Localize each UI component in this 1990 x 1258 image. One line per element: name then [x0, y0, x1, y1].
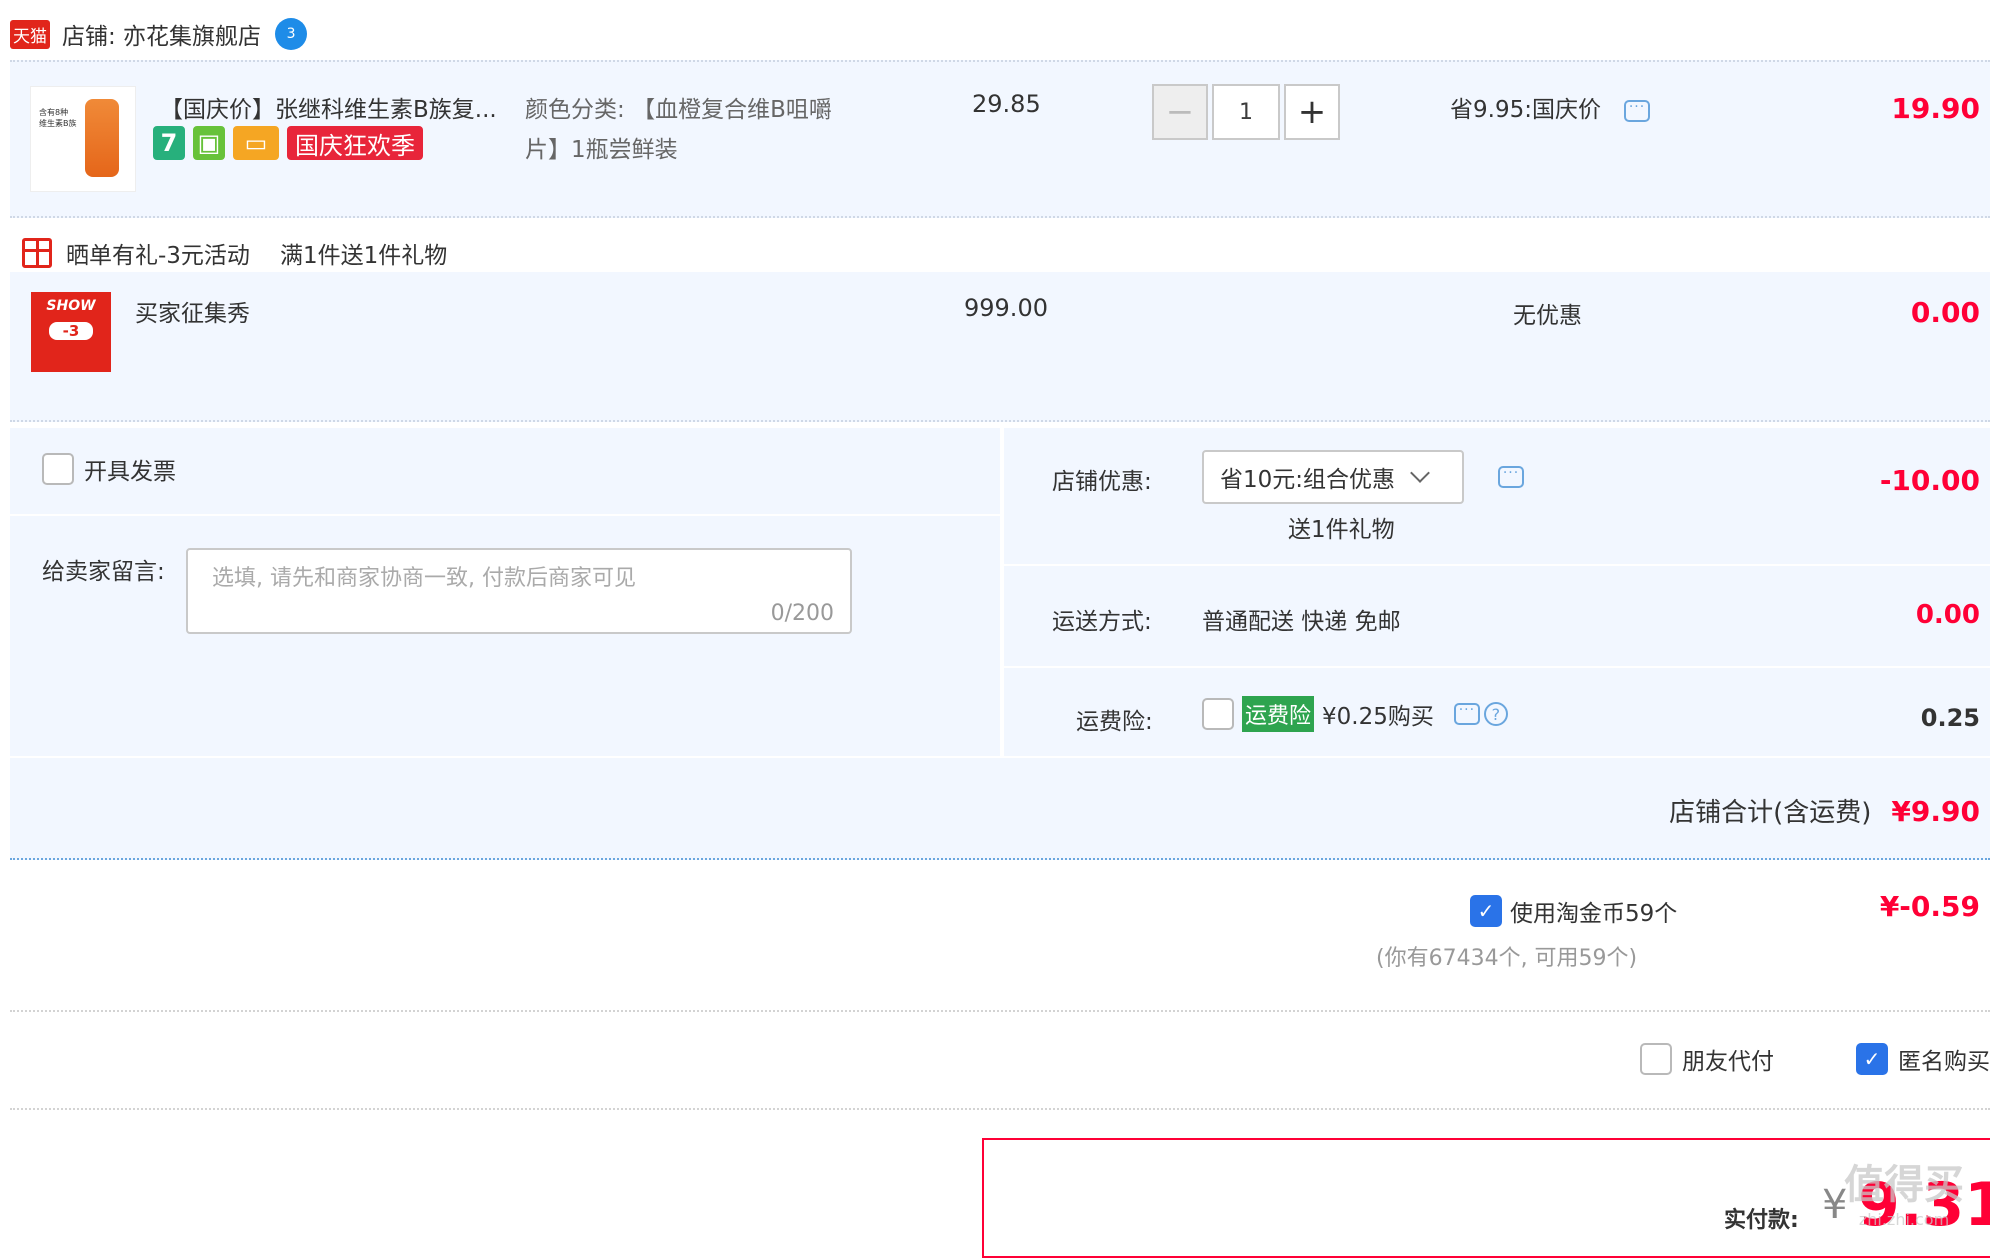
insurance-label: 运费险:: [1076, 709, 1153, 735]
shipping-row: 运送方式: 普通配送 快递 免邮 0.00: [1004, 566, 1990, 668]
help-icon[interactable]: ?: [1483, 702, 1508, 726]
insurance-checkbox[interactable]: [1202, 698, 1234, 730]
chat-count: 3: [286, 26, 296, 42]
service-icon: ▣: [193, 126, 225, 160]
message-row: 给卖家留言: 选填, 请先和商家协商一致, 付款后商家可见 0/200: [10, 516, 1000, 756]
coins-checkbox[interactable]: ✓: [1470, 895, 1502, 927]
invoice-label: 开具发票: [84, 459, 176, 485]
increase-button[interactable]: +: [1284, 84, 1340, 140]
discount-info-icon[interactable]: ···: [1624, 100, 1650, 122]
insurance-value: ¥0.25购买: [1322, 704, 1434, 730]
friend-pay-label: 朋友代付: [1682, 1049, 1774, 1075]
7day-return-icon: 7: [153, 126, 185, 160]
quantity-input[interactable]: 1: [1212, 84, 1280, 140]
product-badges: 7 ▣ ▭ 国庆狂欢季: [153, 126, 423, 160]
shop-total-label: 店铺合计(含运费): [1669, 798, 1872, 828]
holiday-tag: 国庆狂欢季: [287, 126, 423, 160]
gift-icon: [22, 238, 52, 268]
shop-total-row: 店铺合计(含运费) ¥9.90: [10, 758, 1990, 860]
shipping-value: 普通配送 快递 免邮: [1202, 609, 1401, 635]
anonymous-checkbox[interactable]: ✓: [1856, 1043, 1888, 1075]
shop-discount-value: 省10元:组合优惠: [1220, 467, 1396, 493]
shipping-label: 运送方式:: [1052, 609, 1152, 635]
shop-discount-row: 店铺优惠: 省10元:组合优惠 送1件礼物 ··· -10.00: [1004, 428, 1990, 566]
gift-item-row: SHOW -3 买家征集秀 999.00 无优惠 0.00: [10, 272, 1990, 422]
item-discount: 省9.95:国庆价: [1450, 97, 1601, 123]
shop-total: 店铺合计(含运费) ¥9.90: [1669, 792, 1980, 829]
message-label: 给卖家留言:: [42, 559, 165, 585]
thumb-text: 含有8种 维生素B族: [39, 108, 77, 128]
product-title[interactable]: 【国庆价】张继科维生素B族复...: [160, 90, 497, 124]
gift-activity-rule: 满1件送1件礼物: [279, 243, 448, 269]
quantity-stepper: − 1 +: [1152, 84, 1340, 140]
shop-discount-gift: 送1件礼物: [1288, 517, 1395, 543]
product-thumbnail[interactable]: 含有8种 维生素B族: [30, 86, 136, 192]
message-placeholder: 选填, 请先和商家协商一致, 付款后商家可见: [212, 566, 636, 591]
message-textarea[interactable]: 选填, 请先和商家协商一致, 付款后商家可见 0/200: [186, 548, 852, 634]
tmall-badge-icon: 天猫: [10, 19, 50, 49]
invoice-checkbox[interactable]: [42, 453, 74, 485]
shop-discount-label: 店铺优惠:: [1052, 469, 1152, 495]
invoice-row: 开具发票: [10, 428, 1000, 516]
shop-discount-amount: -10.00: [1879, 464, 1980, 497]
chat-icon[interactable]: 3: [275, 18, 308, 50]
coins-label: 使用淘金币59个: [1510, 901, 1678, 927]
decrease-button[interactable]: −: [1152, 84, 1208, 140]
shipping-amount: 0.00: [1915, 600, 1980, 630]
shop-discount-select[interactable]: 省10元:组合优惠: [1202, 450, 1464, 504]
gift-title[interactable]: 买家征集秀: [135, 294, 250, 328]
sku-info: 颜色分类: 【血橙复合维B咀嚼 片】1瓶尝鲜装: [525, 97, 832, 163]
extras-row: 朋友代付 ✓ 匿名购买: [10, 1012, 1990, 1110]
coins-note: (你有67434个, 可用59个): [1376, 946, 1638, 971]
insurance-amount: 0.25: [1920, 704, 1980, 732]
coins-row: ✓ 使用淘金币59个 (你有67434个, 可用59个) ¥-0.59: [10, 862, 1990, 1012]
coins-amount: ¥-0.59: [1879, 890, 1980, 923]
shop-name[interactable]: 店铺: 亦花集旗舰店: [62, 17, 261, 51]
chevron-down-icon: [1410, 463, 1430, 483]
friend-pay-checkbox[interactable]: [1640, 1043, 1672, 1075]
bottle-image: [85, 99, 119, 177]
card-icon: ▭: [233, 126, 279, 160]
gift-thumbnail[interactable]: SHOW -3: [31, 292, 111, 372]
shop-total-value: ¥9.90: [1891, 795, 1980, 828]
gift-price: 999.00: [964, 294, 1048, 322]
insurance-chat-icon[interactable]: ···: [1453, 703, 1480, 725]
watermark-logo: 值得买 zhi.zhi.com: [1844, 1162, 1964, 1229]
gift-discount: 无优惠: [1513, 303, 1582, 329]
pay-box: 实付款: ¥ 9.31 值得买 zhi.zhi.com: [982, 1138, 1990, 1258]
item-row: 含有8种 维生素B族 【国庆价】张继科维生素B族复... 7 ▣ ▭ 国庆狂欢季 …: [10, 60, 1990, 218]
message-count: 0/200: [770, 601, 834, 626]
pay-label: 实付款:: [1724, 1208, 1799, 1233]
gift-activity-name: 晒单有礼-3元活动: [66, 243, 250, 269]
gift-activity: 晒单有礼-3元活动 满1件送1件礼物: [22, 236, 447, 270]
discount-chat-icon[interactable]: ···: [1498, 466, 1524, 488]
panel-divider: [1000, 428, 1004, 756]
gift-subtotal: 0.00: [1910, 296, 1980, 329]
shop-header: 天猫 店铺: 亦花集旗舰店 3: [10, 14, 308, 54]
unit-price: 29.85: [972, 90, 1041, 118]
insurance-tag: 运费险: [1242, 696, 1315, 732]
anonymous-label: 匿名购买: [1898, 1049, 1990, 1075]
insurance-row: 运费险: 运费险 ¥0.25购买 ··· ? 0.25: [1004, 668, 1990, 756]
item-subtotal: 19.90: [1891, 92, 1980, 125]
